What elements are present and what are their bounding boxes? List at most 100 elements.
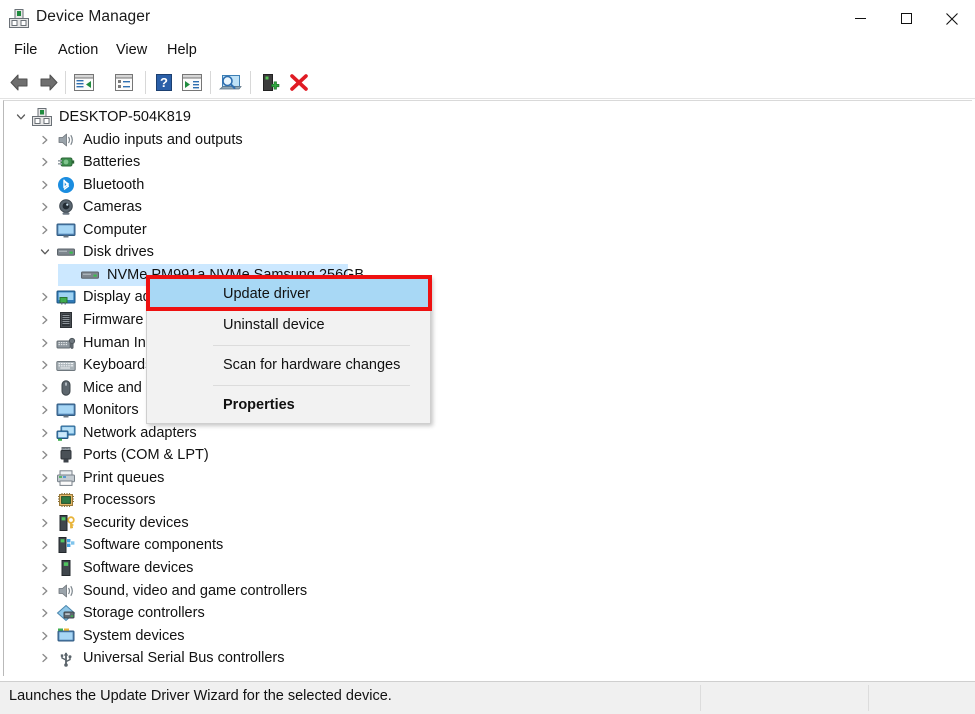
camera-icon — [56, 198, 76, 216]
device-tree-item[interactable]: Security devices — [34, 512, 189, 534]
device-tree-item-label: Sound, video and game controllers — [83, 582, 308, 599]
chevron-right-icon[interactable] — [34, 647, 56, 669]
storage-controller-icon — [56, 604, 76, 622]
chevron-right-icon[interactable] — [34, 309, 56, 331]
device-tree-item[interactable]: Universal Serial Bus controllers — [34, 647, 284, 669]
security-device-icon — [56, 514, 76, 532]
chevron-right-icon[interactable] — [34, 489, 56, 511]
show-hide-console-tree-icon[interactable] — [72, 72, 96, 93]
context-menu-separator — [213, 385, 410, 386]
toolbar-separator — [250, 71, 251, 94]
device-tree-item-label: Ports (COM & LPT) — [83, 447, 209, 464]
context-menu-item-update-driver[interactable]: Update driver — [147, 279, 430, 310]
device-tree-item-label: Security devices — [83, 514, 189, 531]
chevron-right-icon[interactable] — [34, 580, 56, 602]
device-tree-item-label: Software components — [83, 537, 224, 554]
device-tree-item[interactable]: Firmware — [34, 309, 143, 331]
toolbar-separator — [210, 71, 211, 94]
update-driver-icon[interactable] — [180, 72, 204, 93]
device-tree-item[interactable]: Disk drives — [34, 241, 154, 263]
context-menu[interactable]: Update driver Uninstall device Scan for … — [146, 276, 431, 424]
window-controls — [837, 0, 975, 37]
disk-drive-icon — [80, 266, 100, 284]
back-icon[interactable] — [8, 72, 32, 93]
chevron-right-icon[interactable] — [34, 422, 56, 444]
chevron-right-icon[interactable] — [34, 129, 56, 151]
device-manager-icon — [9, 9, 29, 28]
chevron-right-icon[interactable] — [34, 377, 56, 399]
chevron-right-icon[interactable] — [34, 602, 56, 624]
svg-text:?: ? — [160, 75, 168, 90]
add-legacy-hardware-icon[interactable] — [258, 72, 282, 93]
properties-icon[interactable] — [112, 72, 136, 93]
menu-help[interactable]: Help — [163, 40, 201, 60]
device-tree-item[interactable]: Monitors — [34, 399, 139, 421]
help-icon[interactable]: ? — [152, 72, 176, 93]
monitor-icon — [56, 401, 76, 419]
device-tree-item[interactable]: Ports (COM & LPT) — [34, 444, 209, 466]
chevron-right-icon[interactable] — [34, 399, 56, 421]
scan-for-hardware-changes-icon[interactable] — [217, 72, 242, 93]
device-tree-item[interactable]: Software devices — [34, 557, 193, 579]
device-tree-item[interactable]: Network adapters — [34, 422, 197, 444]
chevron-down-icon[interactable] — [10, 106, 32, 128]
chevron-right-icon[interactable] — [34, 196, 56, 218]
menu-view[interactable]: View — [112, 40, 151, 60]
chevron-down-icon[interactable] — [34, 241, 56, 263]
status-bar-text: Launches the Update Driver Wizard for th… — [9, 688, 392, 704]
chevron-right-icon[interactable] — [34, 332, 56, 354]
device-tree-item-label: Monitors — [83, 402, 139, 419]
device-tree-item-label: System devices — [83, 627, 185, 644]
menu-action[interactable]: Action — [54, 40, 102, 60]
chevron-right-icon[interactable] — [34, 151, 56, 173]
device-tree-item-label: DESKTOP-504K819 — [59, 109, 191, 125]
forward-icon[interactable] — [36, 72, 60, 93]
chevron-right-icon[interactable] — [34, 219, 56, 241]
device-tree-item[interactable]: Computer — [34, 219, 147, 241]
device-tree-item-label: Processors — [83, 492, 156, 509]
chevron-right-icon[interactable] — [34, 625, 56, 647]
context-menu-item-properties[interactable]: Properties — [147, 390, 430, 421]
device-tree-item[interactable]: Bluetooth — [34, 174, 144, 196]
chevron-right-icon[interactable] — [34, 286, 56, 308]
chevron-right-icon[interactable] — [34, 354, 56, 376]
status-bar-divider — [700, 685, 701, 711]
processor-icon — [56, 491, 76, 509]
toolbar-separator — [145, 71, 146, 94]
maximize-button[interactable] — [883, 0, 929, 37]
toolbar-divider — [0, 98, 975, 99]
menu-file[interactable]: File — [10, 40, 41, 60]
device-tree-item-label: Firmware — [83, 311, 144, 328]
device-tree-item-label: Print queues — [83, 469, 165, 486]
device-tree-item[interactable]: Software components — [34, 534, 223, 556]
device-tree-item-label: Network adapters — [83, 424, 197, 441]
device-tree-item-label: Bluetooth — [83, 176, 145, 193]
speaker-icon — [56, 582, 76, 600]
device-tree-item[interactable]: System devices — [34, 625, 185, 647]
chevron-right-icon[interactable] — [34, 512, 56, 534]
chevron-right-icon[interactable] — [34, 557, 56, 579]
chevron-right-icon[interactable] — [34, 534, 56, 556]
device-tree-item[interactable]: DESKTOP-504K819 — [10, 106, 191, 128]
device-tree-item[interactable]: Cameras — [34, 196, 142, 218]
device-tree-item[interactable]: Keyboards — [34, 354, 152, 376]
device-tree-item[interactable]: Print queues — [34, 467, 164, 489]
device-tree-item[interactable]: Processors — [34, 489, 156, 511]
device-tree-item[interactable]: Storage controllers — [34, 602, 205, 624]
close-button[interactable] — [929, 0, 975, 37]
context-menu-item-uninstall-device[interactable]: Uninstall device — [147, 310, 430, 341]
uninstall-device-icon[interactable] — [288, 72, 312, 93]
context-menu-item-scan-for-hardware-changes[interactable]: Scan for hardware changes — [147, 350, 430, 381]
chevron-right-icon[interactable] — [34, 467, 56, 489]
device-tree-item[interactable]: Audio inputs and outputs — [34, 129, 243, 151]
printer-icon — [56, 469, 76, 487]
display-adapter-icon — [56, 288, 76, 306]
port-icon — [56, 446, 76, 464]
chevron-right-icon[interactable] — [34, 444, 56, 466]
chevron-right-icon[interactable] — [34, 174, 56, 196]
minimize-button[interactable] — [837, 0, 883, 37]
device-tree-item[interactable]: Sound, video and game controllers — [34, 580, 307, 602]
device-tree-item[interactable]: Batteries — [34, 151, 140, 173]
device-tree-item-label: Cameras — [83, 199, 142, 216]
